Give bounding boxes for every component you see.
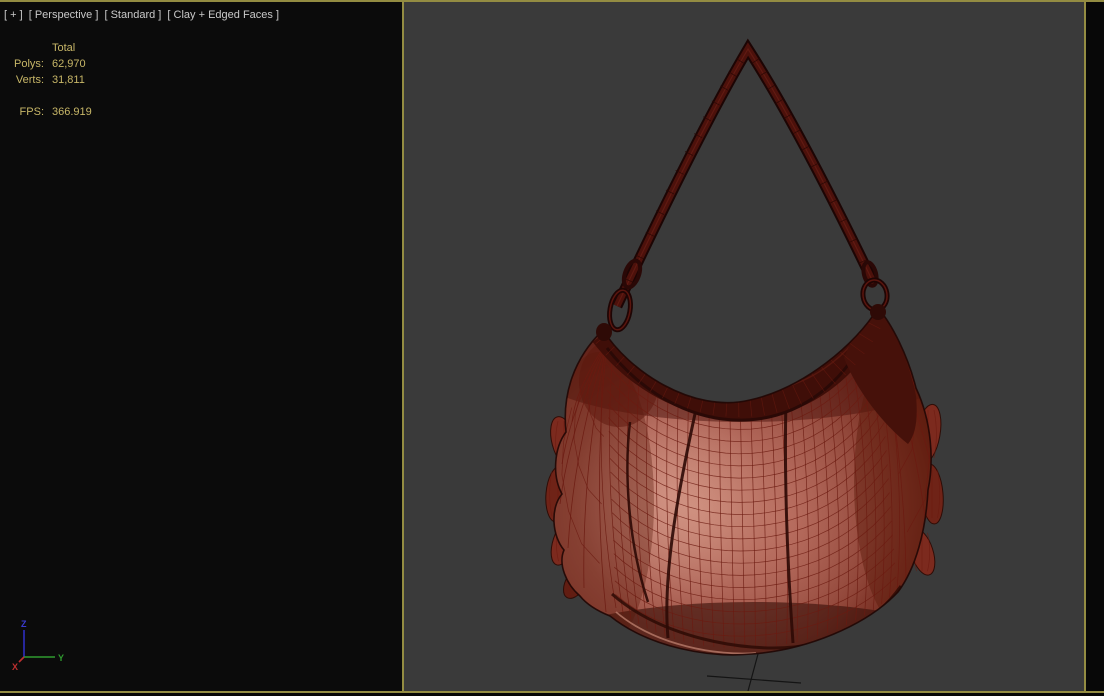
viewport-general-menu[interactable]: [ + ] (4, 9, 23, 21)
z-axis-label: Z (21, 619, 27, 629)
viewport-renderer-menu[interactable]: [ Standard ] (104, 9, 161, 21)
verts-label: Verts: (15, 74, 44, 86)
stats-header: Total (52, 42, 76, 54)
safe-frame-outside-right (1086, 2, 1104, 691)
shoulder-bag-3d-model (545, 38, 944, 692)
fps-label: FPS: (19, 106, 44, 118)
active-viewport-border-bottom (0, 691, 1104, 693)
active-viewport-border-top (0, 0, 1104, 2)
shoulder-strap (596, 38, 890, 341)
perspective-viewport-safe-frame[interactable] (402, 0, 1086, 693)
max-viewport-window: [ + ] [ Perspective ] [ Standard ] [ Cla… (0, 0, 1104, 696)
fps-value: 366.919 (52, 106, 92, 118)
viewport-overlay-panel: [ + ] [ Perspective ] [ Standard ] [ Cla… (0, 2, 402, 691)
strap-wireframe (624, 58, 868, 283)
stats-row-fps: FPS: 366.919 (0, 104, 92, 120)
x-axis-label: X (12, 662, 18, 672)
stats-header-row: Total (0, 40, 92, 56)
verts-value: 31,811 (52, 74, 85, 86)
bag-body (553, 308, 932, 655)
attachment-knot-right (870, 304, 886, 320)
viewport-pov-menu[interactable]: [ Perspective ] (29, 9, 99, 21)
stats-row-verts: Verts: 31,811 (0, 72, 92, 88)
polys-label: Polys: (14, 58, 44, 70)
viewport-shading-menu[interactable]: [ Clay + Edged Faces ] (167, 9, 279, 21)
statistics-overlay: Total Polys: 62,970 Verts: 31,811 FPS: 3… (0, 40, 92, 120)
attachment-knot-left (596, 323, 612, 341)
viewport-label-menus: [ + ] [ Perspective ] [ Standard ] [ Cla… (4, 9, 282, 21)
stats-row-polys: Polys: 62,970 (0, 56, 92, 72)
world-axis-gizmo: Z Y X (12, 619, 64, 672)
scene-helper-cross (706, 653, 802, 692)
x-axis-stub (18, 656, 25, 663)
y-axis-label: Y (58, 653, 64, 663)
polys-value: 62,970 (52, 58, 86, 70)
